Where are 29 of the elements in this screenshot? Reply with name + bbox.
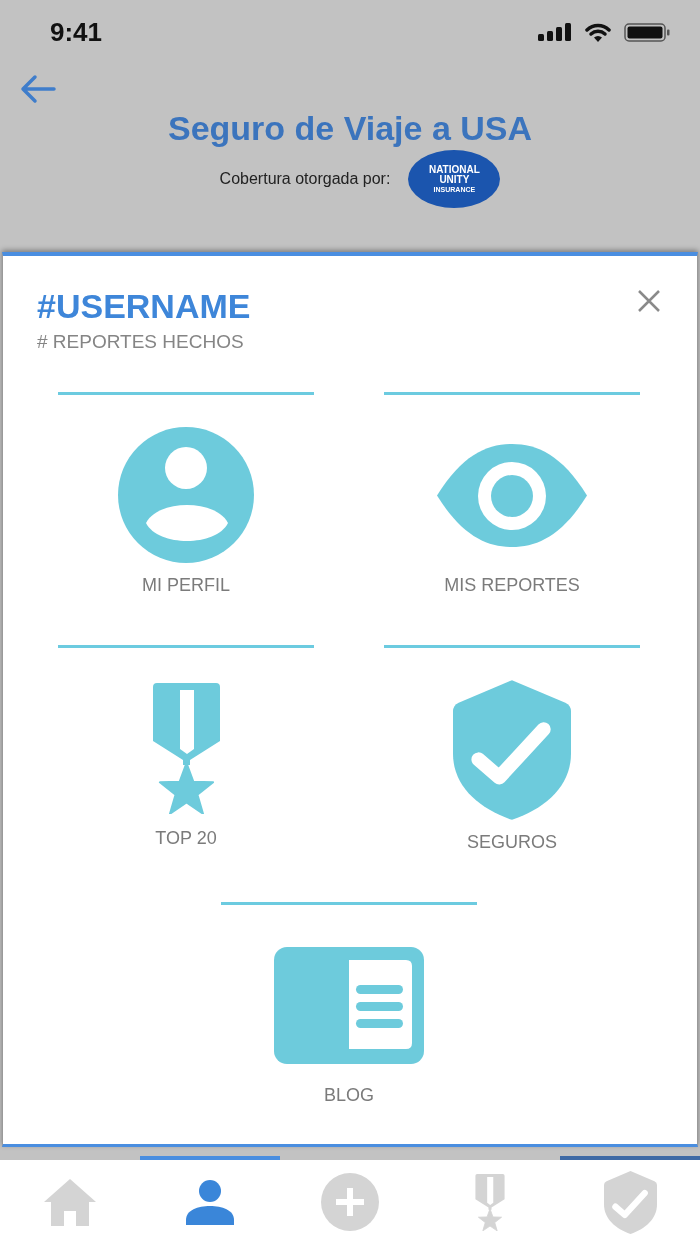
close-icon [637,289,661,313]
shield-check-icon [603,1170,657,1234]
coverage-label: Cobertura otorgada por: [219,170,391,188]
back-arrow-icon [20,74,56,104]
person-icon [186,1179,234,1225]
plus-circle-icon [321,1173,379,1231]
username: #USERNAME [37,286,251,326]
person-circle-icon [118,427,254,563]
status-time: 9:41 [50,17,103,47]
reports-count: # REPORTES HECHOS [37,330,245,354]
menu-item[interactable]: TOP 20 [152,680,220,848]
close-button[interactable] [637,289,661,313]
page-title: Seguro de Viaje a USA [167,108,533,148]
logo-text: NATIONAL [428,165,480,175]
home-icon [44,1178,96,1226]
logo-text: UNITY [439,175,470,185]
battery-icon [624,22,670,42]
wifi-icon [585,22,611,42]
menu-item[interactable]: MIS REPORTES [437,427,587,595]
menu-item[interactable]: BLOG [274,937,424,1105]
shield-check-icon [453,680,571,820]
menu-item[interactable]: SEGUROS [453,680,571,852]
document-icon [274,946,424,1064]
medal-icon [475,1173,505,1231]
signal-icon [538,23,572,41]
medal-icon [152,682,220,814]
menu-item[interactable]: MI PERFIL [118,427,254,595]
eye-icon [437,443,587,547]
back-button[interactable] [18,72,58,106]
